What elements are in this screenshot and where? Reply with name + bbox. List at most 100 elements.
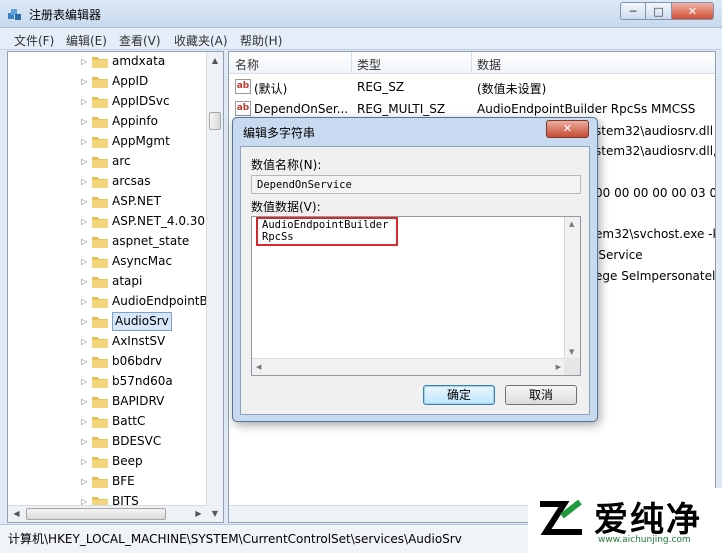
- textarea-horizontal-scrollbar[interactable]: ◀ ▶: [252, 358, 565, 375]
- scroll-up-icon[interactable]: ▲: [569, 220, 574, 228]
- tree-item[interactable]: ▷ AppMgmt: [8, 132, 208, 152]
- value-data-partial: stem32\audiosrv.dll: [595, 124, 714, 138]
- menu-help[interactable]: 帮助(H): [240, 32, 282, 49]
- scroll-down-icon[interactable]: ▼: [207, 505, 223, 522]
- folder-icon: [92, 77, 108, 88]
- expand-arrow-icon[interactable]: ▷: [81, 437, 87, 446]
- tree-item[interactable]: ▷ ASP.NET: [8, 192, 208, 212]
- expand-arrow-icon[interactable]: ▷: [81, 97, 87, 106]
- scroll-right-icon[interactable]: ▶: [190, 506, 207, 522]
- scroll-right-icon[interactable]: ▶: [556, 363, 561, 371]
- folder-icon: [92, 297, 108, 308]
- watermark: 爱纯净 www.aichunjing.com: [528, 488, 722, 553]
- string-value-icon: ab: [235, 79, 251, 94]
- tree-item-selected[interactable]: ▷ AudioSrv: [8, 312, 208, 332]
- column-header-data[interactable]: 数据: [477, 56, 501, 73]
- tree-item-label: Appinfo: [112, 114, 158, 128]
- tree-item[interactable]: ▷ AsyncMac: [8, 252, 208, 272]
- value-data-textarea[interactable]: AudioEndpointBuilder RpcSs ▲ ▼ ◀ ▶: [251, 216, 581, 376]
- expand-arrow-icon[interactable]: ▷: [81, 77, 87, 86]
- tree-item[interactable]: ▷ BFE: [8, 472, 208, 492]
- tree-item[interactable]: ▷ BAPIDRV: [8, 392, 208, 412]
- registry-tree[interactable]: ▷ amdxata ▷ AppID ▷ AppIDSvc ▷ Appinfo ▷ AppM…: [7, 51, 224, 523]
- value-name-field[interactable]: DependOnService: [251, 175, 581, 194]
- tree-vertical-scrollbar[interactable]: ▲ ▼: [206, 52, 223, 522]
- value-type: REG_MULTI_SZ: [357, 102, 446, 116]
- folder-icon: [92, 197, 108, 208]
- dialog-close-button[interactable]: ✕: [546, 120, 589, 138]
- tree-item-label: BFE: [112, 474, 135, 488]
- tree-item-label: atapi: [112, 274, 143, 288]
- ok-button[interactable]: 确定: [423, 385, 495, 405]
- tree-item[interactable]: ▷ AppIDSvc: [8, 92, 208, 112]
- expand-arrow-icon[interactable]: ▷: [81, 397, 87, 406]
- registry-path: 计算机\HKEY_LOCAL_MACHINE\SYSTEM\CurrentCon…: [8, 532, 462, 546]
- tree-item[interactable]: ▷ aspnet_state: [8, 232, 208, 252]
- expand-arrow-icon[interactable]: ▷: [81, 237, 87, 246]
- scroll-left-icon[interactable]: ◀: [256, 363, 261, 371]
- column-header-name[interactable]: 名称: [235, 56, 259, 73]
- expand-arrow-icon[interactable]: ▷: [81, 317, 87, 326]
- tree-item-label: BAPIDRV: [112, 394, 165, 408]
- minimize-button[interactable]: ─: [620, 2, 646, 20]
- data-line: RpcSs: [262, 231, 294, 243]
- textarea-vertical-scrollbar[interactable]: ▲ ▼: [564, 217, 580, 359]
- tree-item[interactable]: ▷ Appinfo: [8, 112, 208, 132]
- maximize-button[interactable]: □: [646, 2, 672, 20]
- tree-horizontal-scrollbar[interactable]: ◀ ▶: [8, 505, 207, 522]
- tree-item[interactable]: ▷ b06bdrv: [8, 352, 208, 372]
- folder-icon: [92, 97, 108, 108]
- column-header-type[interactable]: 类型: [357, 56, 381, 73]
- scroll-up-icon[interactable]: ▲: [207, 52, 223, 69]
- expand-arrow-icon[interactable]: ▷: [81, 457, 87, 466]
- string-value-icon: ab: [235, 101, 251, 116]
- tree-item[interactable]: ▷ amdxata: [8, 52, 208, 72]
- tree-item[interactable]: ▷ BDESVC: [8, 432, 208, 452]
- tree-item[interactable]: ▷ AxInstSV: [8, 332, 208, 352]
- value-data: (数值未设置): [477, 82, 547, 96]
- expand-arrow-icon[interactable]: ▷: [81, 417, 87, 426]
- tree-item[interactable]: ▷ Beep: [8, 452, 208, 472]
- tree-item[interactable]: ▷ arc: [8, 152, 208, 172]
- tree-item[interactable]: ▷ atapi: [8, 272, 208, 292]
- tree-item-label: amdxata: [112, 54, 166, 68]
- folder-icon: [92, 477, 108, 488]
- folder-icon: [92, 177, 108, 188]
- expand-arrow-icon[interactable]: ▷: [81, 357, 87, 366]
- expand-arrow-icon[interactable]: ▷: [81, 157, 87, 166]
- tree-item[interactable]: ▷ arcsas: [8, 172, 208, 192]
- tree-item[interactable]: ▷ b57nd60a: [8, 372, 208, 392]
- expand-arrow-icon[interactable]: ▷: [81, 197, 87, 206]
- expand-arrow-icon[interactable]: ▷: [81, 177, 87, 186]
- expand-arrow-icon[interactable]: ▷: [81, 137, 87, 146]
- expand-arrow-icon[interactable]: ▷: [81, 117, 87, 126]
- tree-item[interactable]: ▷ BattC: [8, 412, 208, 432]
- menu-view[interactable]: 查看(V): [119, 32, 161, 49]
- tree-item[interactable]: ▷ ASP.NET_4.0.303: [8, 212, 213, 232]
- tree-item[interactable]: ▷ AudioEndpointB: [8, 292, 208, 312]
- expand-arrow-icon[interactable]: ▷: [81, 337, 87, 346]
- tree-item[interactable]: ▷ AppID: [8, 72, 208, 92]
- expand-arrow-icon[interactable]: ▷: [81, 217, 87, 226]
- scroll-left-icon[interactable]: ◀: [8, 506, 25, 522]
- menu-favorites[interactable]: 收藏夹(A): [174, 32, 228, 49]
- folder-icon: [92, 237, 108, 248]
- expand-arrow-icon[interactable]: ▷: [81, 377, 87, 386]
- expand-arrow-icon[interactable]: ▷: [81, 57, 87, 66]
- menu-file[interactable]: 文件(F): [14, 32, 54, 49]
- expand-arrow-icon[interactable]: ▷: [81, 257, 87, 266]
- column-divider[interactable]: [471, 52, 472, 74]
- column-divider[interactable]: [351, 52, 352, 74]
- close-button[interactable]: ✕: [672, 2, 714, 20]
- value-name: DependOnSer...: [254, 102, 349, 116]
- expand-arrow-icon[interactable]: ▷: [81, 477, 87, 486]
- expand-arrow-icon[interactable]: ▷: [81, 297, 87, 306]
- scroll-down-icon[interactable]: ▼: [569, 348, 574, 356]
- column-headers: 名称 类型 数据: [229, 52, 715, 74]
- value-row[interactable]: ab (默认) REG_SZ (数值未设置): [229, 76, 715, 98]
- menu-edit[interactable]: 编辑(E): [66, 32, 107, 49]
- scroll-thumb[interactable]: [209, 112, 221, 130]
- cancel-button[interactable]: 取消: [505, 385, 577, 405]
- scroll-thumb[interactable]: [26, 508, 166, 520]
- expand-arrow-icon[interactable]: ▷: [81, 277, 87, 286]
